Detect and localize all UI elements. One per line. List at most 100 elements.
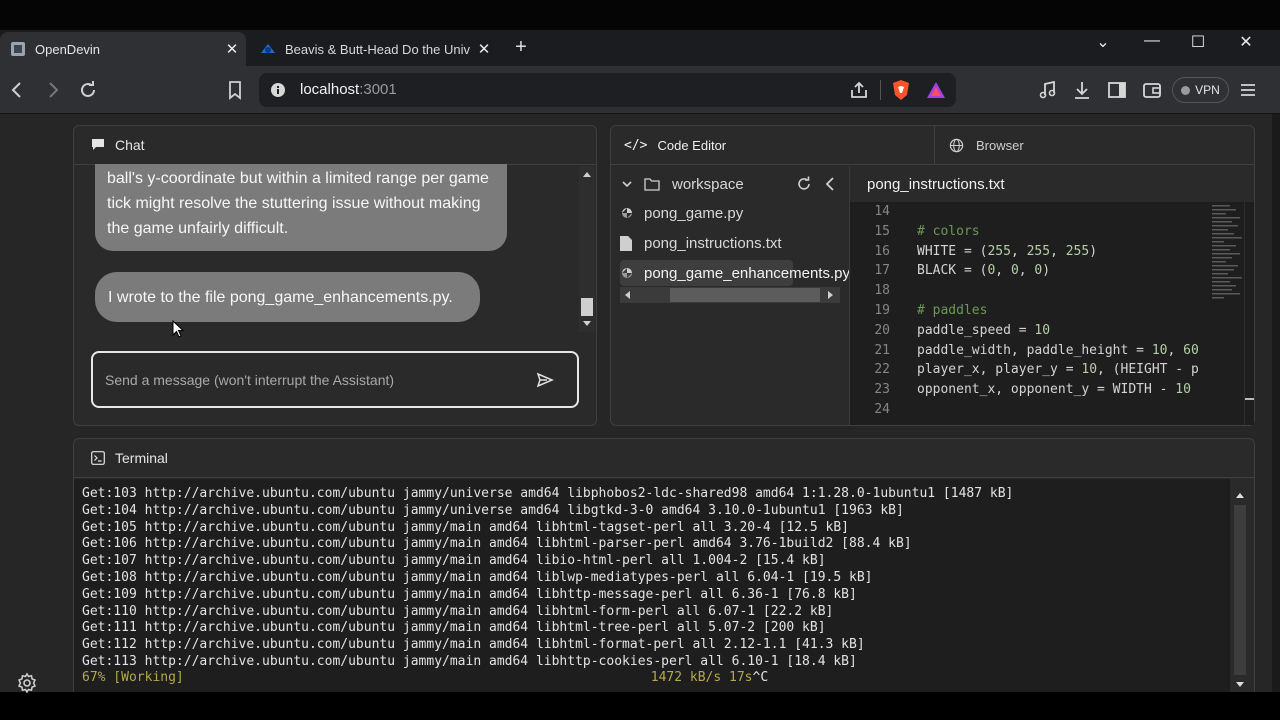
terminal-scroll-thumb[interactable]: [1234, 505, 1246, 675]
chat-scrollbar-thumb[interactable]: [581, 298, 593, 316]
window-titlebar: [0, 0, 1280, 30]
chat-message-input[interactable]: Send a message (won't interrupt the Assi…: [91, 351, 579, 408]
terminal-output: Get:103 http://archive.ubuntu.com/ubuntu…: [82, 486, 1013, 671]
back-icon[interactable]: [4, 77, 30, 103]
terminal-line: Get:105 http://archive.ubuntu.com/ubuntu…: [82, 519, 850, 535]
interrupt-signal: ^C: [752, 670, 769, 685]
file-name: pong_game.py: [644, 204, 744, 222]
menu-icon[interactable]: [1236, 78, 1260, 102]
browser-tab-opendevin[interactable]: OpenDevin ✕: [0, 32, 246, 66]
code-line: 22 player_x, player_y = 10, (HEIGHT - p: [850, 360, 1199, 380]
page-scroll-edge: [1272, 114, 1280, 692]
code-line: 19 # paddles: [850, 301, 1199, 321]
file-name: pong_instructions.txt: [644, 234, 782, 252]
terminal-header: Terminal: [73, 438, 1255, 478]
code-line: 23 opponent_x, opponent_y = WIDTH - 10: [850, 380, 1199, 400]
python-file-icon: [620, 266, 636, 280]
assistant-message: I wrote to the file pong_game_enhancemen…: [95, 272, 480, 322]
folder-icon: [644, 177, 660, 191]
terminal-line: Get:112 http://archive.ubuntu.com/ubuntu…: [82, 637, 865, 653]
new-tab-button[interactable]: +: [510, 36, 532, 60]
tab-browser[interactable]: Browser: [934, 125, 1254, 165]
maximize-button[interactable]: ☐: [1175, 32, 1221, 52]
settings-gear-icon[interactable]: [15, 671, 39, 695]
code-line: 17 BLACK = (0, 0, 0): [850, 261, 1199, 281]
bookmark-icon[interactable]: [222, 77, 248, 103]
url-text[interactable]: localhost:3001: [300, 81, 397, 98]
terminal-title: Terminal: [115, 449, 168, 466]
line-number: 21: [874, 342, 890, 358]
terminal-line: Get:107 http://archive.ubuntu.com/ubuntu…: [82, 553, 826, 569]
code-text: paddle_width, paddle_height = 10, 60: [917, 342, 1199, 358]
terminal-line: Get:109 http://archive.ubuntu.com/ubuntu…: [82, 586, 857, 602]
code-text: # colors: [917, 223, 980, 239]
paramount-favicon-icon: [260, 41, 276, 57]
line-number: 22: [874, 362, 890, 378]
forward-icon[interactable]: [40, 77, 66, 103]
terminal-line: Get:113 http://archive.ubuntu.com/ubuntu…: [82, 653, 857, 669]
tab-label: Browser: [976, 137, 1024, 153]
toolbar-divider: [880, 80, 881, 100]
tab-close-icon[interactable]: ✕: [218, 40, 246, 58]
code-text: # paddles: [917, 302, 988, 318]
chat-title: Chat: [115, 136, 145, 153]
minimize-button[interactable]: —: [1129, 32, 1175, 52]
refresh-icon[interactable]: [795, 175, 813, 193]
line-number: 24: [874, 401, 890, 417]
line-number: 17: [874, 263, 890, 279]
file-tree-hscroll-thumb[interactable]: [670, 288, 820, 302]
download-icon[interactable]: [1070, 78, 1094, 102]
terminal-line: Get:103 http://archive.ubuntu.com/ubuntu…: [82, 486, 1014, 501]
vpn-button[interactable]: VPN: [1172, 77, 1229, 103]
reload-icon[interactable]: [75, 77, 101, 103]
chat-icon: [91, 138, 105, 152]
tab-search-chevron-icon[interactable]: ⌄: [1080, 32, 1126, 52]
line-number: 14: [874, 204, 890, 219]
code-line: 21 paddle_width, paddle_height = 10, 60: [850, 341, 1199, 361]
apt-progress-line: 67% [Working] 1472 kB/s 17s^C: [82, 670, 768, 685]
code-lines: 14 15 # colors 16 WHITE = (255, 255, 255) 17 B…: [850, 202, 1199, 420]
terminal-line: Get:104 http://archive.ubuntu.com/ubuntu…: [82, 502, 904, 518]
workspace-folder[interactable]: workspace: [620, 171, 744, 197]
text-file-icon: [620, 235, 636, 251]
line-number: 15: [874, 223, 890, 239]
sidebar-icon[interactable]: [1105, 78, 1129, 102]
send-icon[interactable]: [535, 370, 555, 390]
file-item-active[interactable]: pong_game_enhancements.py: [620, 260, 850, 286]
vpn-label: VPN: [1195, 83, 1220, 97]
line-number: 19: [874, 302, 890, 318]
line-number: 23: [874, 382, 890, 398]
code-line: 20 paddle_speed = 10: [850, 321, 1199, 341]
site-info-icon[interactable]: [270, 82, 286, 98]
brave-shields-icon[interactable]: [889, 78, 913, 102]
line-number: 16: [874, 243, 890, 259]
code-line: 24: [850, 400, 1199, 420]
workspace-label: workspace: [672, 175, 744, 193]
browser-tab-beavis[interactable]: Beavis & Butt-Head Do the Universe ✕: [252, 32, 498, 66]
collapse-chevron-left-icon[interactable]: [822, 176, 838, 192]
vpn-status-icon: [1181, 85, 1191, 95]
code-icon: </>: [624, 137, 648, 153]
terminal-line: Get:108 http://archive.ubuntu.com/ubuntu…: [82, 569, 873, 585]
brave-rewards-icon[interactable]: [924, 78, 948, 102]
apt-rate: 1472 kB/s 17s: [650, 670, 753, 685]
file-item[interactable]: pong_game.py: [620, 200, 743, 226]
file-name: pong_game_enhancements.py: [644, 264, 850, 282]
python-file-icon: [620, 206, 636, 220]
tab-close-icon[interactable]: ✕: [470, 40, 498, 58]
code-scrollbar[interactable]: [1244, 202, 1254, 425]
code-line: 16 WHITE = (255, 255, 255): [850, 242, 1199, 262]
code-text: player_x, player_y = 10, (HEIGHT - p: [917, 362, 1199, 378]
close-window-button[interactable]: ✕: [1223, 32, 1269, 52]
code-minimap[interactable]: [1210, 202, 1244, 425]
line-number: 20: [874, 322, 890, 338]
media-icon[interactable]: [1036, 78, 1060, 102]
tab-code-editor[interactable]: </> Code Editor: [610, 125, 934, 165]
share-icon[interactable]: [847, 78, 871, 102]
wallet-icon[interactable]: [1140, 78, 1164, 102]
apt-progress: 67% [Working]: [82, 670, 184, 685]
open-file-tab[interactable]: pong_instructions.txt: [867, 176, 1005, 193]
file-item[interactable]: pong_instructions.txt: [620, 230, 782, 256]
tab-label: Code Editor: [657, 137, 727, 153]
